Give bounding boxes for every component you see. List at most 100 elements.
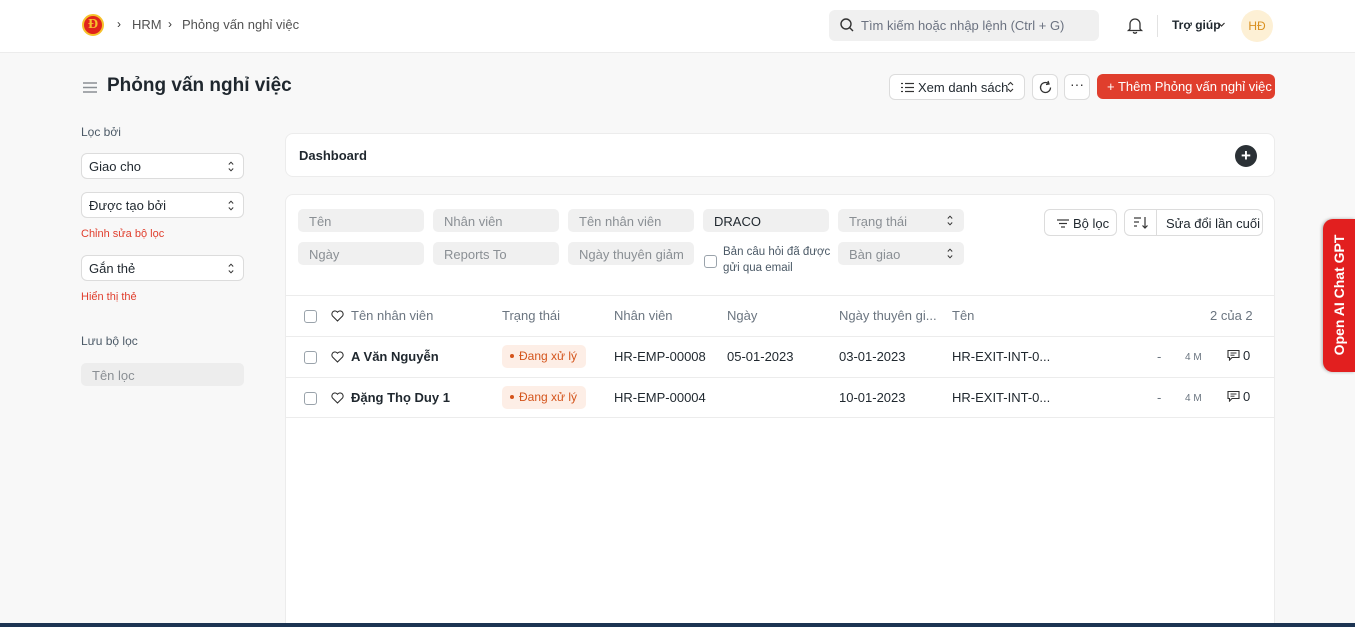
- record-count: 2 của 2: [1210, 308, 1253, 323]
- employee-cell: HR-EMP-00004: [614, 390, 706, 405]
- company-filter-input[interactable]: DRACO: [703, 209, 829, 232]
- heart-icon[interactable]: [331, 310, 344, 322]
- filter-button[interactable]: Bộ lọc: [1044, 209, 1117, 236]
- hamburger-icon[interactable]: [82, 80, 98, 94]
- filter-button-label: Bộ lọc: [1073, 216, 1110, 231]
- tags-select[interactable]: Gắn thẻ: [81, 255, 244, 281]
- list-panel: Tên Nhân viên Tên nhân viên DRACO Trạng …: [285, 194, 1275, 627]
- filter-name-input[interactable]: Tên lọc: [81, 363, 244, 386]
- employee-filter-input[interactable]: Nhân viên: [433, 209, 559, 232]
- questionnaire-checkbox[interactable]: [704, 255, 717, 268]
- dashboard-label: Dashboard: [299, 148, 367, 163]
- date-filter-placeholder: Ngày: [309, 247, 340, 262]
- name-filter-placeholder: Tên: [309, 214, 332, 229]
- comment-icon[interactable]: [1227, 349, 1240, 361]
- reports-to-filter-input[interactable]: Reports To: [433, 242, 559, 265]
- heart-icon[interactable]: [331, 392, 344, 404]
- sort-field-label: Sửa đổi lần cuối: [1166, 216, 1260, 231]
- logo-icon[interactable]: Đ: [82, 14, 104, 36]
- date-cell: 05-01-2023: [727, 349, 794, 364]
- column-employee-name[interactable]: Tên nhân viên: [351, 308, 433, 323]
- divider: [1157, 15, 1158, 37]
- list-header: Tên nhân viên Trạng thái Nhân viên Ngày …: [286, 295, 1274, 337]
- employee-name-cell[interactable]: A Văn Nguyễn: [351, 349, 439, 364]
- status-badge: Đang xử lý: [502, 345, 587, 368]
- chevron-down-icon[interactable]: [1217, 20, 1226, 29]
- placeholder-cell: -: [1157, 349, 1162, 364]
- add-exit-interview-button[interactable]: + Thêm Phỏng vấn nghỉ việc: [1097, 74, 1275, 99]
- chevron-right-icon: ›: [117, 17, 121, 31]
- status-filter-select[interactable]: Trạng thái: [838, 209, 964, 232]
- help-dropdown[interactable]: Trợ giúp: [1172, 18, 1221, 32]
- sort-button[interactable]: Sửa đổi lần cuối: [1124, 209, 1263, 236]
- updown-icon: [228, 263, 234, 274]
- search-placeholder: Tìm kiếm hoặc nhập lệnh (Ctrl + G): [861, 18, 1065, 33]
- chat-gpt-widget[interactable]: Open AI Chat GPT: [1323, 219, 1355, 372]
- assigned-to-label: Giao cho: [89, 159, 142, 174]
- refresh-icon: [1039, 80, 1052, 94]
- updown-icon: [947, 215, 953, 226]
- employee-name-filter-placeholder: Tên nhân viên: [579, 214, 662, 229]
- column-status[interactable]: Trạng thái: [502, 308, 560, 323]
- page-title: Phỏng vấn nghỉ việc: [107, 75, 292, 96]
- column-name[interactable]: Tên: [952, 308, 974, 323]
- bell-icon[interactable]: [1126, 16, 1144, 34]
- comment-count: 0: [1243, 348, 1251, 363]
- heart-icon[interactable]: [331, 351, 344, 363]
- handover-filter-select[interactable]: Bàn giao: [838, 242, 964, 265]
- view-switcher-label: Xem danh sách: [918, 80, 1009, 95]
- assigned-to-select[interactable]: Giao cho: [81, 153, 244, 179]
- chevron-right-icon: ›: [168, 17, 172, 31]
- more-button[interactable]: ···: [1064, 74, 1090, 100]
- comment-icon[interactable]: [1227, 390, 1240, 402]
- tags-label: Gắn thẻ: [89, 261, 136, 276]
- chat-gpt-widget-label: Open AI Chat GPT: [1331, 234, 1347, 356]
- reports-to-filter-placeholder: Reports To: [444, 247, 507, 262]
- select-all-checkbox[interactable]: [304, 310, 317, 323]
- dashboard-section[interactable]: Dashboard +: [285, 133, 1275, 177]
- created-by-select[interactable]: Được tạo bởi: [81, 192, 244, 218]
- breadcrumb-current[interactable]: Phỏng vấn nghỉ việc: [182, 17, 299, 32]
- relieving-date-cell: 03-01-2023: [839, 349, 906, 364]
- placeholder-cell: -: [1157, 390, 1162, 405]
- list-icon: [901, 82, 914, 93]
- relieving-date-cell: 10-01-2023: [839, 390, 906, 405]
- row-checkbox[interactable]: [304, 351, 317, 364]
- comment-count: 0: [1243, 389, 1251, 404]
- employee-cell: HR-EMP-00008: [614, 349, 706, 364]
- sort-order-toggle[interactable]: [1125, 210, 1157, 235]
- edit-filters-link[interactable]: Chỉnh sửa bộ lọc: [81, 228, 164, 240]
- navbar: Đ › HRM › Phỏng vấn nghỉ việc Tìm kiếm h…: [0, 0, 1355, 53]
- column-employee[interactable]: Nhân viên: [614, 308, 673, 323]
- table-row[interactable]: Đặng Thọ Duy 1 Đang xử lý HR-EMP-00004 1…: [286, 377, 1274, 418]
- column-relieving-date[interactable]: Ngày thuyên gi...: [839, 308, 937, 323]
- add-button-label: + Thêm Phỏng vấn nghỉ việc: [1107, 79, 1272, 94]
- relieving-date-filter-input[interactable]: Ngày thuyên giảm: [568, 242, 694, 265]
- status-filter-placeholder: Trạng thái: [849, 214, 908, 229]
- status-badge: Đang xử lý: [502, 386, 587, 409]
- employee-name-cell[interactable]: Đặng Thọ Duy 1: [351, 390, 450, 405]
- company-filter-value: DRACO: [714, 214, 761, 229]
- search-input[interactable]: Tìm kiếm hoặc nhập lệnh (Ctrl + G): [829, 10, 1099, 41]
- questionnaire-label: Bản câu hỏi đã được gửi qua email: [723, 246, 831, 274]
- row-checkbox[interactable]: [304, 392, 317, 405]
- filter-by-label: Lọc bởi: [81, 125, 121, 139]
- name-cell: HR-EXIT-INT-0...: [952, 349, 1051, 364]
- bottom-bar: [0, 623, 1355, 627]
- employee-name-filter-input[interactable]: Tên nhân viên: [568, 209, 694, 232]
- updown-icon: [228, 161, 234, 172]
- plus-icon[interactable]: +: [1235, 145, 1257, 167]
- saved-filters-label: Lưu bộ lọc: [81, 334, 138, 348]
- column-date[interactable]: Ngày: [727, 308, 757, 323]
- show-tags-link[interactable]: Hiển thị thẻ: [81, 291, 137, 303]
- view-switcher-button[interactable]: Xem danh sách: [889, 74, 1025, 100]
- avatar[interactable]: HĐ: [1241, 10, 1273, 42]
- refresh-button[interactable]: [1032, 74, 1058, 100]
- updown-icon: [947, 248, 953, 259]
- date-filter-input[interactable]: Ngày: [298, 242, 424, 265]
- status-badge-label: Đang xử lý: [519, 390, 578, 404]
- breadcrumb-hrm[interactable]: HRM: [132, 17, 162, 32]
- name-cell: HR-EXIT-INT-0...: [952, 390, 1051, 405]
- name-filter-input[interactable]: Tên: [298, 209, 424, 232]
- table-row[interactable]: A Văn Nguyễn Đang xử lý HR-EMP-00008 05-…: [286, 336, 1274, 377]
